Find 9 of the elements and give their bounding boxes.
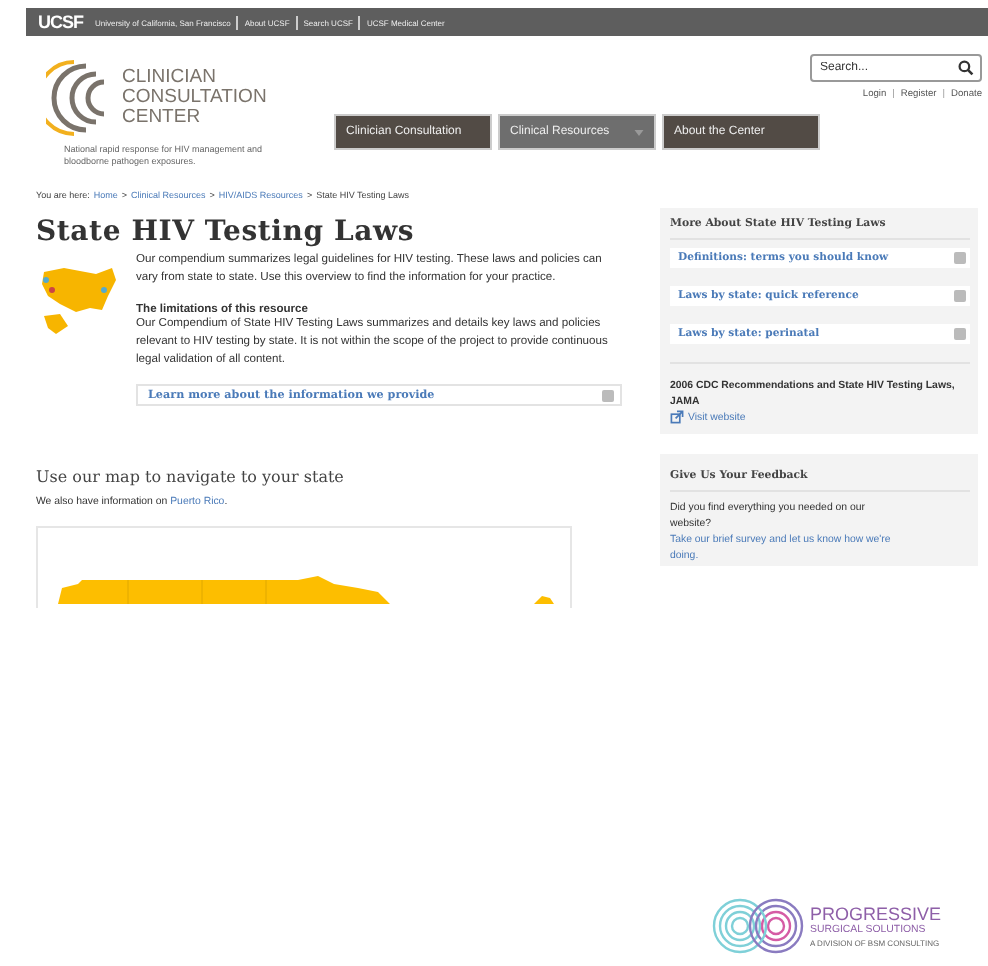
page-title: State HIV Testing Laws (36, 216, 417, 248)
search-icon[interactable] (958, 60, 974, 76)
logo-text: CLINICIAN (122, 68, 218, 88)
map-heading: Use our map to navigate to your state (36, 468, 346, 486)
ad-brand-name: PROGRESSIVE (810, 904, 942, 924)
ucsf-logo[interactable]: UCSF (38, 12, 83, 32)
logo-text: CONSULTATION (122, 88, 267, 108)
logo-text: CENTER (122, 108, 203, 128)
external-link-icon (670, 410, 684, 424)
